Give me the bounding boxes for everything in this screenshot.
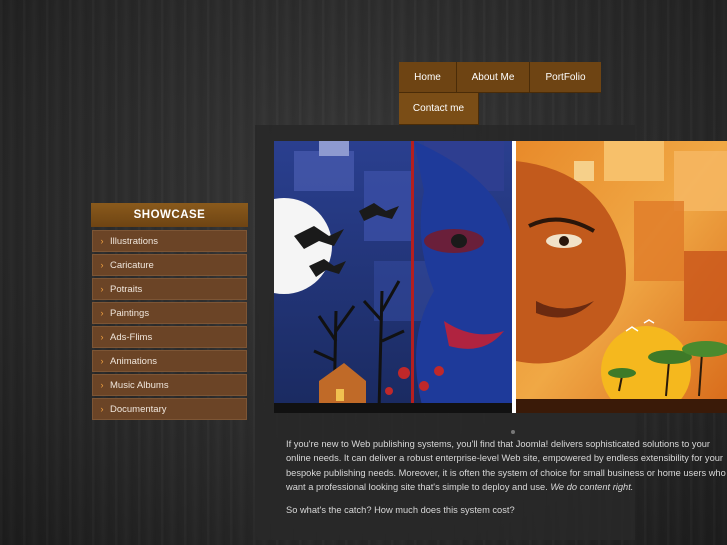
slider-indicator[interactable] [511, 430, 515, 434]
chevron-right-icon: › [100, 284, 104, 294]
chevron-right-icon: › [100, 404, 104, 414]
article-paragraph-1: If you're new to Web publishing systems,… [286, 439, 726, 493]
emphasis-text: We do content right. [550, 482, 634, 493]
showcase-item-caricature[interactable]: › Caricature [92, 254, 247, 276]
nav-row-1: Home About Me PortFolio [399, 62, 601, 93]
nav-row-2: Contact me [399, 93, 601, 125]
nav-about-me[interactable]: About Me [457, 62, 530, 93]
main-nav: Home About Me PortFolio Contact me [399, 62, 601, 125]
showcase-title: SHOWCASE [91, 203, 248, 227]
showcase-item-animations[interactable]: › Animations [92, 350, 247, 372]
chevron-right-icon: › [100, 332, 104, 342]
banner-illustration [274, 141, 727, 413]
nav-contact-me[interactable]: Contact me [399, 93, 479, 125]
showcase-item-illustrations[interactable]: › Illustrations [92, 230, 247, 252]
chevron-right-icon: › [100, 260, 104, 270]
showcase-sidebar: SHOWCASE › Illustrations › Caricature › Pot… [91, 203, 248, 422]
article-text: If you're new to Web publishing systems,… [286, 437, 727, 525]
chevron-right-icon: › [100, 308, 104, 318]
nav-home[interactable]: Home [399, 62, 457, 93]
showcase-item-potraits[interactable]: › Potraits [92, 278, 247, 300]
article-paragraph-2: So what's the catch? How much does this … [286, 504, 515, 515]
chevron-right-icon: › [100, 356, 104, 366]
chevron-right-icon: › [100, 380, 104, 390]
chevron-right-icon: › [100, 236, 104, 246]
showcase-item-paintings[interactable]: › Paintings [92, 302, 247, 324]
showcase-item-documentary[interactable]: › Documentary [92, 398, 247, 420]
showcase-item-ads-flims[interactable]: › Ads-Flims [92, 326, 247, 348]
showcase-item-music-albums[interactable]: › Music Albums [92, 374, 247, 396]
nav-portfolio[interactable]: PortFolio [530, 62, 601, 93]
banner-artwork[interactable] [274, 141, 727, 413]
